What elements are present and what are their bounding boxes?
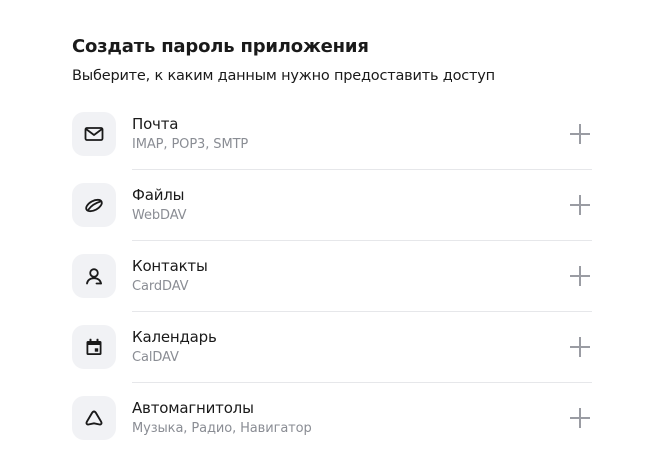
item-subtitle: IMAP, POP3, SMTP xyxy=(132,137,249,152)
calendar-icon-box xyxy=(72,325,116,369)
item-title: Контакты xyxy=(132,257,208,275)
list-item-contacts[interactable]: Контакты CardDAV xyxy=(72,241,592,312)
plus-icon[interactable] xyxy=(570,266,590,286)
list-item-mail[interactable]: Почта IMAP, POP3, SMTP xyxy=(72,99,592,170)
contacts-icon-box xyxy=(72,254,116,298)
plus-icon[interactable] xyxy=(570,124,590,144)
list-item-files[interactable]: Файлы WebDAV xyxy=(72,170,592,241)
envelope-icon xyxy=(83,123,105,145)
item-subtitle: WebDAV xyxy=(132,208,187,223)
page-subtitle: Выберите, к каким данным нужно предостав… xyxy=(72,68,495,84)
calendar-icon xyxy=(83,336,105,358)
page-title: Создать пароль приложения xyxy=(72,36,369,57)
disk-icon xyxy=(83,194,105,216)
files-icon-box xyxy=(72,183,116,227)
item-title: Календарь xyxy=(132,328,217,346)
item-title: Автомагнитолы xyxy=(132,399,254,417)
contact-icon xyxy=(83,265,105,287)
item-title: Почта xyxy=(132,115,179,133)
item-subtitle: CardDAV xyxy=(132,279,189,294)
list-item-car-radios[interactable]: Автомагнитолы Музыка, Радио, Навигатор xyxy=(72,383,592,454)
list-item-calendar[interactable]: Календарь CalDAV xyxy=(72,312,592,383)
item-subtitle: CalDAV xyxy=(132,350,179,365)
plus-icon[interactable] xyxy=(570,408,590,428)
access-type-list: Почта IMAP, POP3, SMTP Файлы WebDAV Конт… xyxy=(72,99,592,454)
car-radio-icon-box xyxy=(72,396,116,440)
navigation-icon xyxy=(83,407,105,429)
plus-icon[interactable] xyxy=(570,195,590,215)
item-subtitle: Музыка, Радио, Навигатор xyxy=(132,421,312,436)
mail-icon-box xyxy=(72,112,116,156)
plus-icon[interactable] xyxy=(570,337,590,357)
item-title: Файлы xyxy=(132,186,185,204)
